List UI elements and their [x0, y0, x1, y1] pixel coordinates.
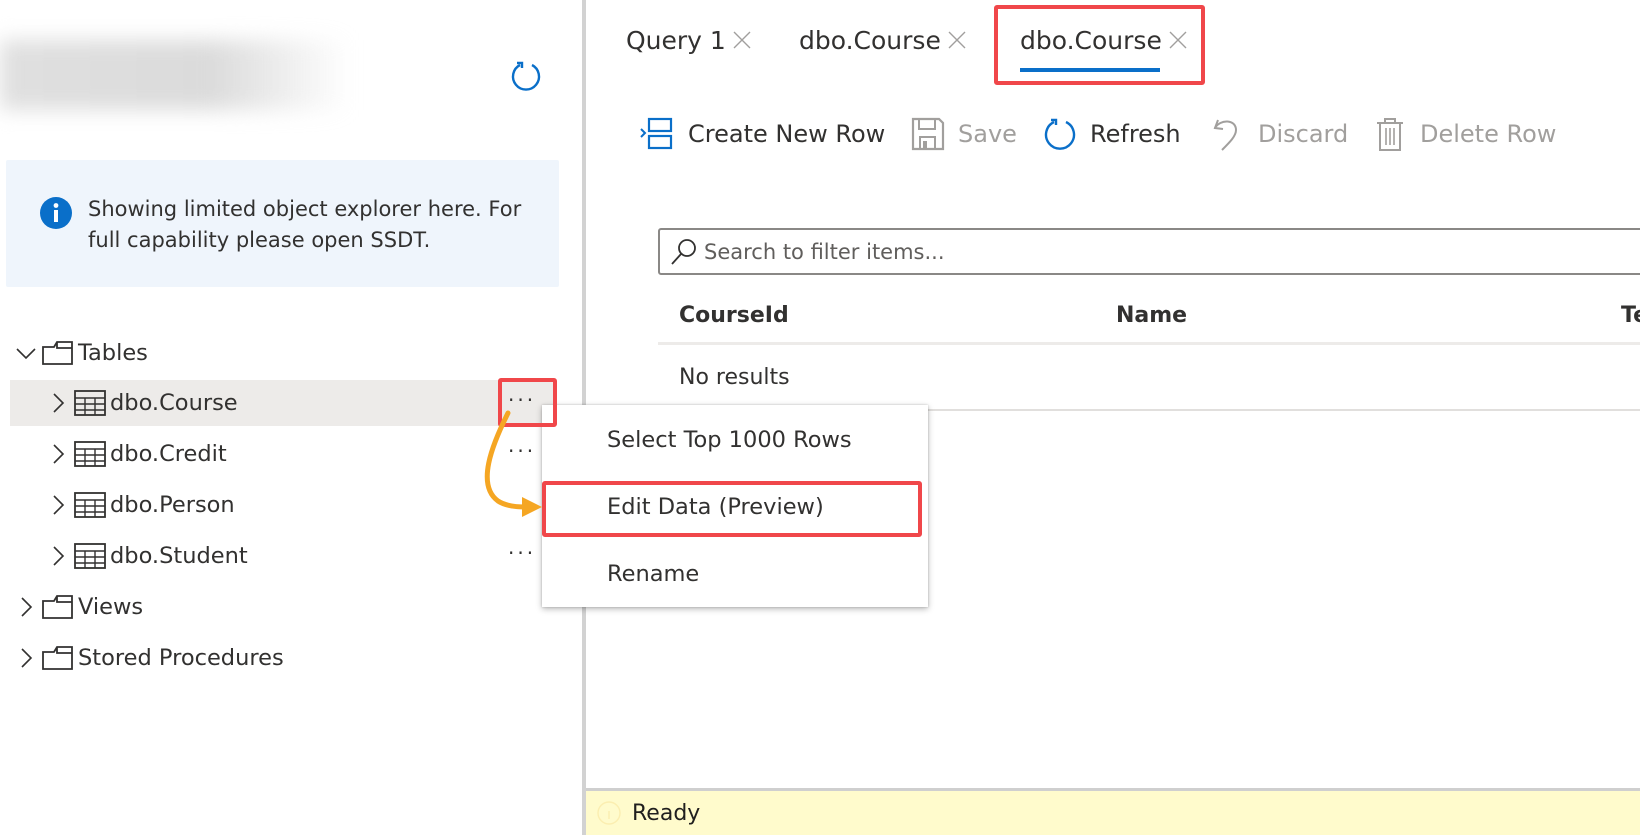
status-text: Ready [632, 800, 701, 826]
context-menu: Select Top 1000 Rows Edit Data (Preview)… [542, 405, 928, 607]
tab-label: dbo.Course [799, 25, 941, 55]
more-actions-button[interactable]: ··· [508, 390, 536, 410]
chevron-right-icon[interactable] [46, 544, 70, 568]
discard-label: Discard [1258, 120, 1349, 148]
blurred-server-name [0, 40, 350, 110]
table-icon [74, 441, 106, 467]
tree-node-label: dbo.Credit [110, 441, 227, 467]
tree-node-views[interactable]: Views [10, 584, 555, 630]
refresh-icon [1044, 118, 1076, 150]
empty-results-text: No results [679, 365, 790, 390]
table-icon [74, 543, 106, 569]
search-filter-box[interactable] [658, 228, 1640, 275]
add-row-icon [640, 117, 673, 150]
save-button[interactable]: Save [910, 112, 1017, 156]
search-input[interactable] [704, 239, 1604, 264]
tab-label: dbo.Course [1020, 25, 1162, 55]
chevron-down-icon[interactable] [14, 341, 38, 365]
refresh-icon[interactable] [508, 58, 544, 94]
undo-icon [1213, 119, 1238, 151]
tree-node-stored-procedures[interactable]: Stored Procedures [10, 635, 555, 681]
menu-item-rename[interactable]: Rename [542, 546, 928, 602]
close-icon[interactable] [947, 30, 967, 50]
save-label: Save [958, 120, 1017, 148]
trash-icon [1377, 118, 1403, 151]
table-icon [74, 390, 106, 416]
tree-node-label: dbo.Student [110, 543, 248, 569]
tree-node-dbo-credit[interactable]: dbo.Credit [10, 431, 555, 477]
tree-node-dbo-course[interactable]: dbo.Course [10, 380, 555, 426]
active-tab-indicator [1020, 68, 1160, 72]
tab-dbo-course-active[interactable]: dbo.Course [1020, 18, 1188, 72]
object-explorer-panel: Showing limited object explorer here. Fo… [0, 0, 582, 835]
folder-icon [42, 595, 73, 619]
tree-node-dbo-student[interactable]: dbo.Student [10, 533, 555, 579]
chevron-right-icon[interactable] [14, 646, 38, 670]
chevron-right-icon[interactable] [46, 493, 70, 517]
column-header-teacher[interactable]: Teacher [1621, 303, 1640, 328]
close-icon[interactable] [732, 30, 752, 50]
tree-node-dbo-person[interactable]: dbo.Person [10, 482, 555, 528]
more-actions-button[interactable]: ··· [508, 441, 536, 461]
refresh-button[interactable]: Refresh [1042, 112, 1181, 156]
menu-item-select-top-1000-rows[interactable]: Select Top 1000 Rows [542, 412, 928, 468]
tab-dbo-course-1[interactable]: dbo.Course [799, 18, 967, 62]
grid-header-row: CourseId Name Teacher [658, 295, 1640, 345]
chevron-right-icon[interactable] [46, 391, 70, 415]
refresh-label: Refresh [1090, 120, 1181, 148]
status-bar: Ready [586, 788, 1640, 835]
tree-node-label: dbo.Person [110, 492, 235, 518]
discard-button[interactable]: Discard [1210, 112, 1348, 156]
create-new-row-button[interactable]: Create New Row [640, 112, 885, 156]
tree-node-label: Stored Procedures [78, 645, 284, 671]
tab-query-1[interactable]: Query 1 [626, 18, 752, 62]
close-icon[interactable] [1168, 30, 1188, 50]
menu-item-edit-data-preview[interactable]: Edit Data (Preview) [542, 479, 928, 535]
search-icon [671, 238, 696, 265]
more-actions-button[interactable]: ··· [508, 543, 536, 563]
info-banner-text: Showing limited object explorer here. Fo… [88, 197, 522, 252]
chevron-right-icon[interactable] [14, 595, 38, 619]
table-icon [74, 492, 106, 518]
folder-icon [42, 341, 73, 365]
tree-node-tables[interactable]: Tables [10, 330, 555, 376]
save-icon [911, 117, 945, 151]
delete-row-label: Delete Row [1420, 120, 1557, 148]
tree-node-label: Views [78, 594, 144, 620]
folder-icon [42, 646, 73, 670]
tab-label: Query 1 [626, 25, 726, 55]
tree-node-label: Tables [78, 340, 148, 366]
create-new-row-label: Create New Row [688, 120, 886, 148]
delete-row-button[interactable]: Delete Row [1372, 112, 1556, 156]
info-icon [40, 197, 72, 229]
column-header-courseid[interactable]: CourseId [679, 303, 789, 328]
chevron-right-icon[interactable] [46, 442, 70, 466]
tree-node-label: dbo.Course [110, 390, 238, 416]
column-header-name[interactable]: Name [1116, 303, 1187, 328]
info-icon [597, 801, 621, 825]
